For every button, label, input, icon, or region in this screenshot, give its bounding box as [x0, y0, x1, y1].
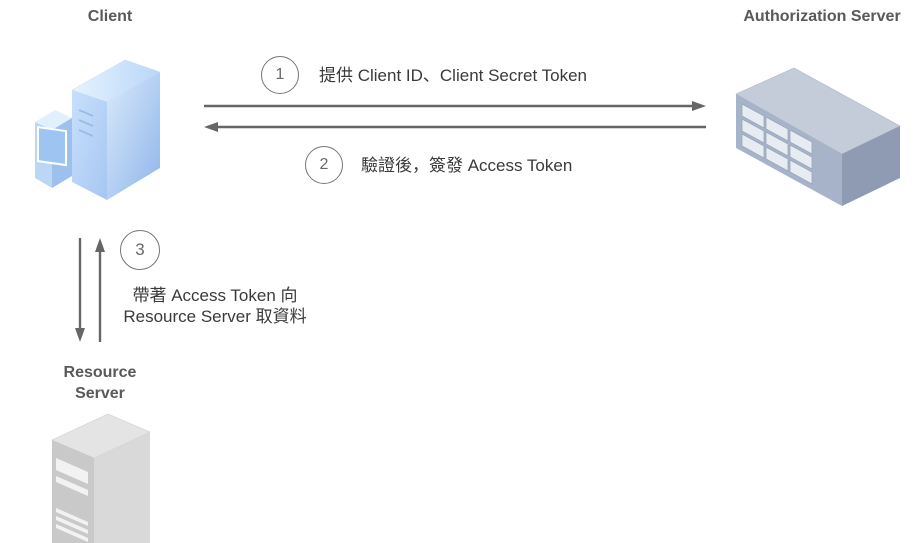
step-1-badge: 1: [261, 56, 299, 94]
client-computer-icon: [35, 59, 161, 200]
resource-server-title-line2: Server: [75, 385, 125, 402]
resource-server-title-line1: Resource: [63, 364, 137, 381]
request-arrow: [204, 101, 706, 111]
step-1-label: 提供 Client ID、Client Secret Token: [319, 66, 588, 85]
step-3-label-line1: 帶著 Access Token 向: [132, 286, 298, 305]
client-title: Client: [87, 8, 133, 25]
step-3-label: 帶著 Access Token 向 Resource Server 取資料: [112, 285, 318, 327]
resource-server-icon: [51, 413, 151, 543]
response-arrow: [204, 122, 706, 132]
resource-response-arrow: [95, 238, 105, 342]
auth-server-title: Authorization Server: [743, 8, 901, 25]
step-2-label: 驗證後，簽發 Access Token: [361, 156, 573, 175]
resource-request-arrow: [75, 238, 85, 342]
step-2-badge: 2: [305, 146, 343, 184]
step-3-label-line2: Resource Server 取資料: [123, 307, 307, 326]
step-3-badge: 3: [120, 230, 160, 270]
resource-server-title: Resource Server: [50, 362, 150, 404]
authorization-server-icon: [735, 67, 901, 206]
